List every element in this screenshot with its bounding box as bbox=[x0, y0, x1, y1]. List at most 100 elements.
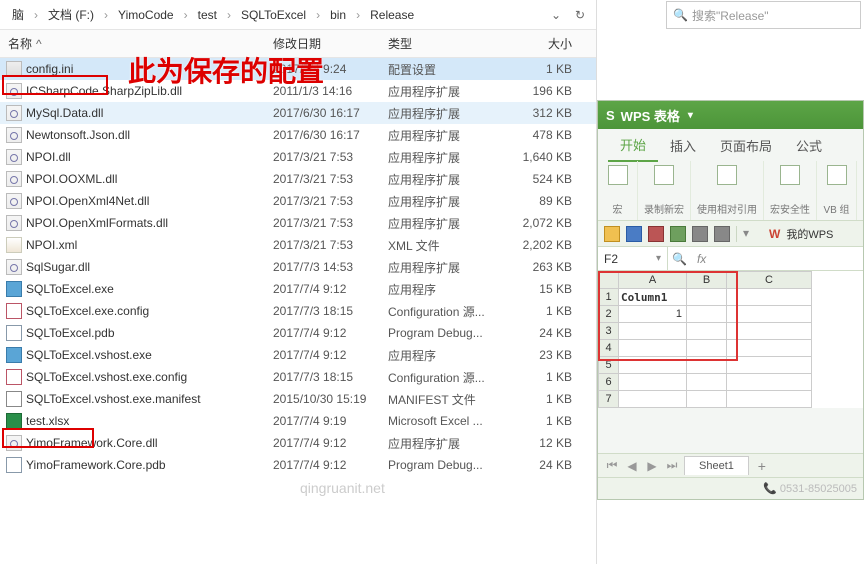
file-date: 2017/7/3 18:15 bbox=[265, 370, 380, 384]
sort-asc-icon: ^ bbox=[32, 37, 42, 51]
header-type[interactable]: 类型 bbox=[380, 31, 510, 56]
file-row[interactable]: NPOI.OOXML.dll2017/3/21 7:53应用程序扩展524 KB bbox=[0, 168, 596, 190]
file-name: SQLToExcel.vshost.exe bbox=[26, 348, 152, 362]
ribbon-group[interactable]: 录制新宏 bbox=[638, 161, 691, 220]
file-row[interactable]: Newtonsoft.Json.dll2017/6/30 16:17应用程序扩展… bbox=[0, 124, 596, 146]
breadcrumb-item[interactable]: bin bbox=[324, 4, 352, 26]
file-row[interactable]: MySql.Data.dll2017/6/30 16:17应用程序扩展312 K… bbox=[0, 102, 596, 124]
file-row[interactable]: SQLToExcel.vshost.exe.manifest2015/10/30… bbox=[0, 388, 596, 410]
print-icon[interactable] bbox=[648, 226, 664, 242]
file-name: config.ini bbox=[26, 62, 73, 76]
title-dropdown-icon[interactable]: ▾ bbox=[688, 110, 693, 121]
file-icon bbox=[6, 127, 22, 143]
undo-icon[interactable] bbox=[692, 226, 708, 242]
add-sheet-icon[interactable]: + bbox=[753, 458, 771, 474]
sheet-tab[interactable]: Sheet1 bbox=[684, 456, 749, 475]
file-row[interactable]: NPOI.OpenXml4Net.dll2017/3/21 7:53应用程序扩展… bbox=[0, 190, 596, 212]
breadcrumb-item[interactable]: SQLToExcel bbox=[235, 4, 312, 26]
tab-页面布局[interactable]: 页面布局 bbox=[708, 130, 784, 161]
tab-插入[interactable]: 插入 bbox=[658, 130, 708, 161]
spreadsheet-grid[interactable]: ABC1Column12134567 bbox=[598, 271, 863, 408]
grid-cell[interactable] bbox=[687, 374, 727, 391]
preview-icon[interactable] bbox=[670, 226, 686, 242]
sheet-nav-prev-icon[interactable]: ◀ bbox=[624, 459, 640, 473]
name-box[interactable]: F2▾ bbox=[598, 247, 668, 270]
breadcrumb-item[interactable]: YimoCode bbox=[112, 4, 180, 26]
grid-cell[interactable] bbox=[727, 357, 812, 374]
redo-icon[interactable] bbox=[714, 226, 730, 242]
sheet-nav-next-icon[interactable]: ▶ bbox=[644, 459, 660, 473]
file-row[interactable]: NPOI.OpenXmlFormats.dll2017/3/21 7:53应用程… bbox=[0, 212, 596, 234]
grid-cell[interactable] bbox=[727, 340, 812, 357]
sheet-nav-last-icon[interactable]: ⏭ bbox=[664, 458, 680, 473]
wps-titlebar: S WPS 表格 ▾ bbox=[598, 101, 863, 129]
grid-cell[interactable] bbox=[727, 374, 812, 391]
file-row[interactable]: NPOI.dll2017/3/21 7:53应用程序扩展1,640 KB bbox=[0, 146, 596, 168]
file-type: 应用程序扩展 bbox=[380, 171, 510, 188]
file-size: 89 KB bbox=[510, 194, 580, 208]
row-header[interactable]: 7 bbox=[599, 391, 619, 408]
file-row[interactable]: test.xlsx2017/7/4 9:19Microsoft Excel ..… bbox=[0, 410, 596, 432]
sheet-nav-first-icon[interactable]: ⏮ bbox=[604, 458, 620, 473]
file-icon bbox=[6, 237, 22, 253]
ribbon-group[interactable]: VB 组 bbox=[817, 161, 857, 220]
chevron-down-icon[interactable]: ▾ bbox=[743, 226, 759, 242]
grid-cell[interactable] bbox=[687, 391, 727, 408]
file-row[interactable]: SQLToExcel.vshost.exe.config2017/7/3 18:… bbox=[0, 366, 596, 388]
namebox-dropdown-icon[interactable]: ▾ bbox=[656, 253, 661, 264]
tab-公式[interactable]: 公式 bbox=[784, 130, 834, 161]
refresh-icon[interactable]: ↻ bbox=[570, 5, 590, 25]
file-date: 2017/3/21 7:53 bbox=[265, 238, 380, 252]
fx-icon[interactable]: fx bbox=[691, 252, 712, 266]
ribbon-group[interactable]: 使用相对引用 bbox=[691, 161, 764, 220]
search-input[interactable]: 🔍 搜索"Release" bbox=[666, 1, 861, 29]
breadcrumb-item[interactable]: 脑 bbox=[6, 2, 30, 27]
file-row[interactable]: YimoFramework.Core.pdb2017/7/4 9:12Progr… bbox=[0, 454, 596, 476]
tab-开始[interactable]: 开始 bbox=[608, 129, 658, 162]
zoom-icon[interactable]: 🔍 bbox=[668, 252, 691, 266]
row-header[interactable]: 6 bbox=[599, 374, 619, 391]
file-type: Microsoft Excel ... bbox=[380, 414, 510, 428]
file-type: Configuration 源... bbox=[380, 303, 510, 320]
ribbon-label: 宏 bbox=[613, 201, 623, 216]
file-icon bbox=[6, 215, 22, 231]
open-icon[interactable] bbox=[604, 226, 620, 242]
breadcrumb-item[interactable]: test bbox=[192, 4, 223, 26]
breadcrumb-item[interactable]: 文档 (F:) bbox=[42, 2, 100, 27]
file-type: Program Debug... bbox=[380, 326, 510, 340]
header-size[interactable]: 大小 bbox=[510, 31, 580, 56]
file-date: 2017/7/4 9:12 bbox=[265, 326, 380, 340]
file-row[interactable]: SQLToExcel.pdb2017/7/4 9:12Program Debug… bbox=[0, 322, 596, 344]
file-type: Program Debug... bbox=[380, 458, 510, 472]
file-date: 2017/7/4 9:12 bbox=[265, 436, 380, 450]
grid-cell[interactable] bbox=[727, 306, 812, 323]
file-row[interactable]: SQLToExcel.vshost.exe2017/7/4 9:12应用程序23… bbox=[0, 344, 596, 366]
col-header[interactable]: C bbox=[727, 272, 812, 289]
wps-brand-icon: W bbox=[769, 227, 780, 241]
file-date: 2017/7/4 9:12 bbox=[265, 282, 380, 296]
save-icon[interactable] bbox=[626, 226, 642, 242]
grid-cell[interactable] bbox=[619, 391, 687, 408]
file-size: 24 KB bbox=[510, 326, 580, 340]
grid-cell[interactable] bbox=[727, 289, 812, 306]
file-row[interactable]: NPOI.xml2017/3/21 7:53XML 文件2,202 KB bbox=[0, 234, 596, 256]
file-size: 1 KB bbox=[510, 62, 580, 76]
file-row[interactable]: SqlSugar.dll2017/7/3 14:53应用程序扩展263 KB bbox=[0, 256, 596, 278]
mywps-label[interactable]: 我的WPS bbox=[786, 226, 833, 242]
dropdown-icon[interactable]: ⌄ bbox=[546, 5, 566, 25]
sheet-tabs: ⏮ ◀ ▶ ⏭ Sheet1 + bbox=[598, 453, 863, 477]
file-row[interactable]: SQLToExcel.exe2017/7/4 9:12应用程序15 KB bbox=[0, 278, 596, 300]
file-row[interactable]: YimoFramework.Core.dll2017/7/4 9:12应用程序扩… bbox=[0, 432, 596, 454]
ribbon-group[interactable]: 宏安全性 bbox=[764, 161, 817, 220]
grid-cell[interactable] bbox=[727, 323, 812, 340]
grid-cell[interactable] bbox=[727, 391, 812, 408]
file-date: 2017/7/4 9:12 bbox=[265, 458, 380, 472]
breadcrumb[interactable]: 脑›文档 (F:)›YimoCode›test›SQLToExcel›bin›R… bbox=[0, 0, 596, 30]
breadcrumb-item[interactable]: Release bbox=[364, 4, 420, 26]
file-icon bbox=[6, 149, 22, 165]
ribbon-group[interactable]: 宏 bbox=[598, 161, 638, 220]
grid-cell[interactable] bbox=[619, 374, 687, 391]
wps-statusbar: 📞 0531-85025005 bbox=[598, 477, 863, 499]
file-row[interactable]: SQLToExcel.exe.config2017/7/3 18:15Confi… bbox=[0, 300, 596, 322]
file-name: NPOI.OpenXmlFormats.dll bbox=[26, 216, 168, 230]
